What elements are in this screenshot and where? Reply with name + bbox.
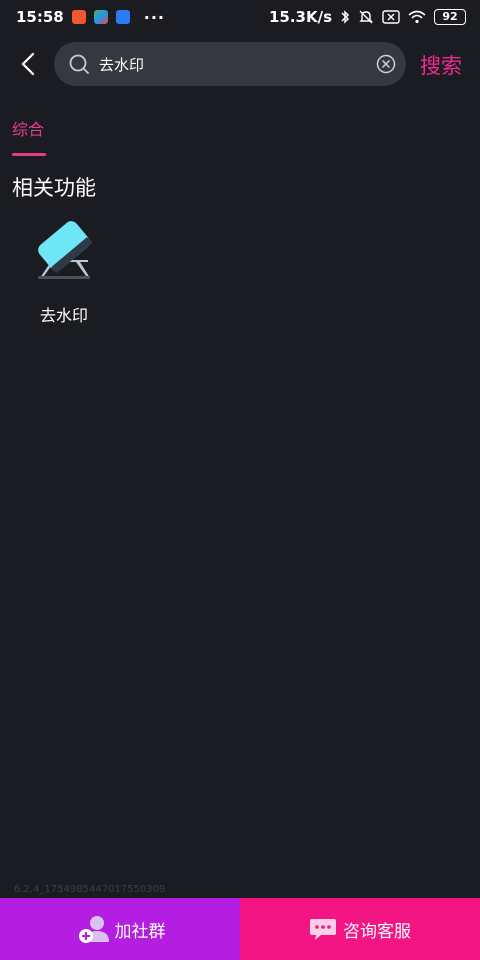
search-input[interactable]: 去水印 [54,42,406,86]
search-icon [69,54,89,74]
battery-icon: 92 [434,9,466,25]
back-button[interactable] [14,48,42,80]
customer-service-label: 咨询客服 [343,921,411,942]
chevron-left-icon [21,52,35,76]
group-add-icon [78,916,109,943]
customer-service-button[interactable]: 咨询客服 [240,898,480,960]
more-notifications-icon: ··· [143,7,165,27]
app-orange-icon [71,10,86,24]
clear-circle-icon[interactable] [376,54,396,74]
search-button[interactable]: 搜索 [420,50,462,80]
tab-comprehensive[interactable]: 综合 [12,116,44,140]
feature-label: 去水印 [39,306,88,325]
feature-remove-watermark[interactable]: 去水印 [26,212,102,325]
search-query-text[interactable]: 去水印 [99,54,144,75]
network-speed: 15.3K/s [268,8,332,26]
eraser-icon [38,221,92,279]
app-color-icon [93,10,108,24]
status-bar: 15:58 ··· 15.3K/s 92 [0,0,480,34]
join-group-label: 加社群 [114,921,166,942]
search-header: 去水印 搜索 [0,40,480,88]
join-group-button[interactable]: 加社群 [0,898,240,960]
tab-active-indicator [12,153,46,156]
section-title: 相关功能 [12,176,96,200]
wifi-icon [408,10,426,24]
chat-bubble-icon [310,919,336,940]
sim-off-icon [382,10,400,24]
mute-icon [359,10,373,24]
status-time: 15:58 [16,8,64,26]
bottom-action-bar: 加社群 咨询客服 [0,898,480,960]
app-blue-icon [115,10,130,24]
version-text: 6.2.4_1754985447017550309 [14,884,166,895]
bluetooth-icon [341,10,350,24]
